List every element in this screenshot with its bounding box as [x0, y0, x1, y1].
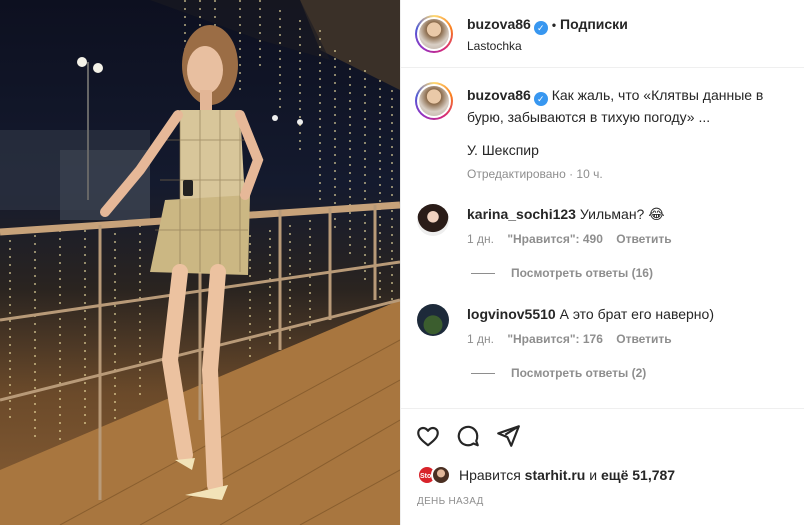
liked-by-user[interactable]: starhit.ru — [525, 467, 586, 483]
comment-username[interactable]: karina_sochi123 — [467, 206, 576, 222]
reply-button[interactable]: Ответить — [616, 332, 671, 346]
comments-list: buzova86 ✓ Как жаль, что «Клятвы данные в… — [401, 68, 804, 408]
replies-line — [471, 273, 495, 275]
post-photo[interactable] — [0, 0, 400, 525]
heart-icon[interactable] — [415, 423, 441, 449]
comment-likes[interactable]: "Нравится": 176 — [507, 332, 603, 346]
post-date[interactable]: ДЕНЬ НАЗАД — [417, 496, 484, 507]
following-button[interactable]: Подписки — [560, 16, 628, 32]
view-replies-label: Посмотреть ответы (2) — [511, 366, 647, 380]
caption-block: buzova86 ✓ Как жаль, что «Клятвы данные в… — [467, 84, 797, 128]
separator-dot: • — [551, 18, 557, 32]
author-username[interactable]: buzova86 — [467, 16, 531, 32]
comment-meta: 1 дн. "Нравится": 176 Ответить — [467, 332, 672, 346]
share-icon[interactable] — [495, 423, 521, 449]
likes-prefix: Нравится — [459, 467, 521, 483]
view-replies-button[interactable]: Посмотреть ответы (16) — [471, 266, 653, 280]
comment-meta: 1 дн. "Нравится": 490 Ответить — [467, 232, 672, 246]
caption-meta: Отредактировано · 10 ч. — [467, 167, 603, 181]
verified-badge-icon: ✓ — [533, 21, 548, 35]
likes-count[interactable]: ещё 51,787 — [601, 467, 675, 483]
edited-label: Отредактировано — [467, 167, 566, 181]
caption-username[interactable]: buzova86 — [467, 87, 531, 103]
replies-line — [471, 373, 495, 375]
comment-time[interactable]: 1 дн. — [467, 232, 494, 246]
caption-avatar[interactable] — [415, 82, 453, 120]
likes-summary: Нравится starhit.ru и ещё 51,787 — [459, 467, 675, 483]
location-link[interactable]: Lastochka — [467, 39, 522, 53]
comment-row: karina_sochi123 Уильман? 😂 — [467, 203, 665, 225]
comment-time[interactable]: 1 дн. — [467, 332, 494, 346]
caption-time[interactable]: 10 ч. — [576, 167, 602, 181]
post-header: buzova86 ✓ • Подписки Lastochka — [401, 0, 804, 68]
comment-username[interactable]: logvinov5510 — [467, 306, 556, 322]
author-avatar[interactable] — [415, 15, 453, 53]
liker-avatar — [431, 465, 451, 485]
post-details-panel: buzova86 ✓ • Подписки Lastochka buzova86 ✓ К… — [400, 0, 804, 525]
post-actions: Stor Нравится starhit.ru и ещё 51,787 ДЕ… — [401, 408, 804, 525]
comment-likes[interactable]: "Нравится": 490 — [507, 232, 603, 246]
view-replies-label: Посмотреть ответы (16) — [511, 266, 653, 280]
photo-illustration — [0, 0, 400, 525]
reply-button[interactable]: Ответить — [616, 232, 671, 246]
view-replies-button[interactable]: Посмотреть ответы (2) — [471, 366, 646, 380]
comment-text: А это брат его наверно) — [559, 306, 714, 322]
comment-row: logvinov5510 А это брат его наверно) — [467, 303, 714, 325]
liker-avatars[interactable]: Stor — [417, 465, 455, 485]
verified-badge-icon: ✓ — [533, 92, 548, 106]
caption-author: У. Шекспир — [467, 142, 539, 158]
comment-avatar[interactable] — [417, 204, 449, 236]
comment-text: Уильман? 😂 — [579, 206, 665, 222]
likes-and: и — [589, 467, 598, 483]
comment-icon[interactable] — [455, 423, 481, 449]
comment-avatar[interactable] — [417, 304, 449, 336]
